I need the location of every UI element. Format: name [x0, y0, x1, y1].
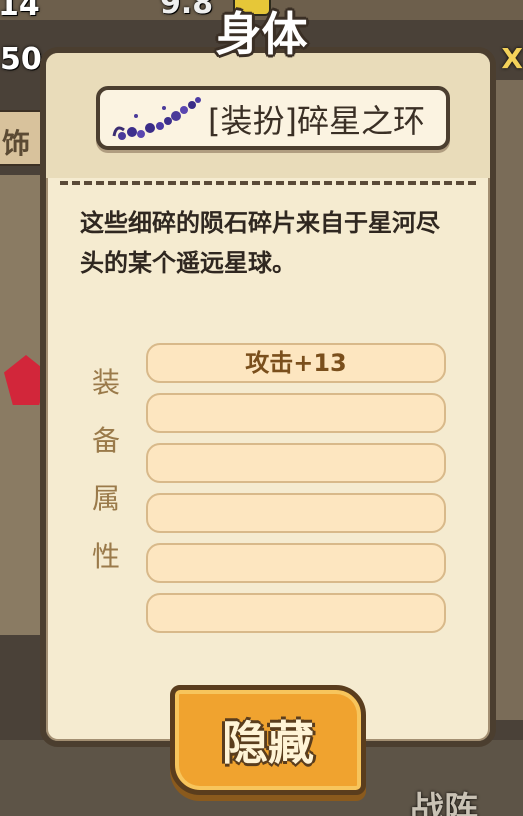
dialog-title: 身体 — [215, 7, 308, 61]
attribute-slot — [146, 593, 446, 633]
attributes-label-char: 备 — [91, 424, 120, 457]
hide-button[interactable]: 隐藏 — [170, 685, 366, 795]
attributes-label: 装 备 属 性 — [86, 361, 126, 579]
bottom-label: 战阵 — [410, 790, 478, 816]
attributes-label-char: 装 — [91, 366, 120, 399]
item-description: 这些细碎的陨石碎片来自于星河尽头的某个遥远星球。 — [80, 209, 440, 277]
item-name-plate: [装扮]碎星之环 — [96, 86, 450, 150]
item-detail-dialog: [装扮]碎星之环 这些细碎的陨石碎片来自于星河尽头的某个遥远星球。 装 备 属 … — [40, 47, 496, 747]
attribute-slot — [146, 543, 446, 583]
right-panel — [493, 80, 523, 720]
attribute-slot — [146, 393, 446, 433]
meteor-fragments-icon — [112, 97, 201, 140]
attribute-slots: 攻击+13 — [146, 343, 446, 643]
attribute-slot — [146, 493, 446, 533]
attributes-label-char: 属 — [91, 482, 120, 515]
attributes-label-char: 性 — [91, 540, 120, 573]
attribute-slot — [146, 443, 446, 483]
side-tab-label: 饰 — [2, 127, 31, 160]
attribute-slot: 攻击+13 — [146, 343, 446, 383]
item-name: [装扮]碎星之环 — [208, 102, 425, 140]
divider — [60, 181, 476, 185]
